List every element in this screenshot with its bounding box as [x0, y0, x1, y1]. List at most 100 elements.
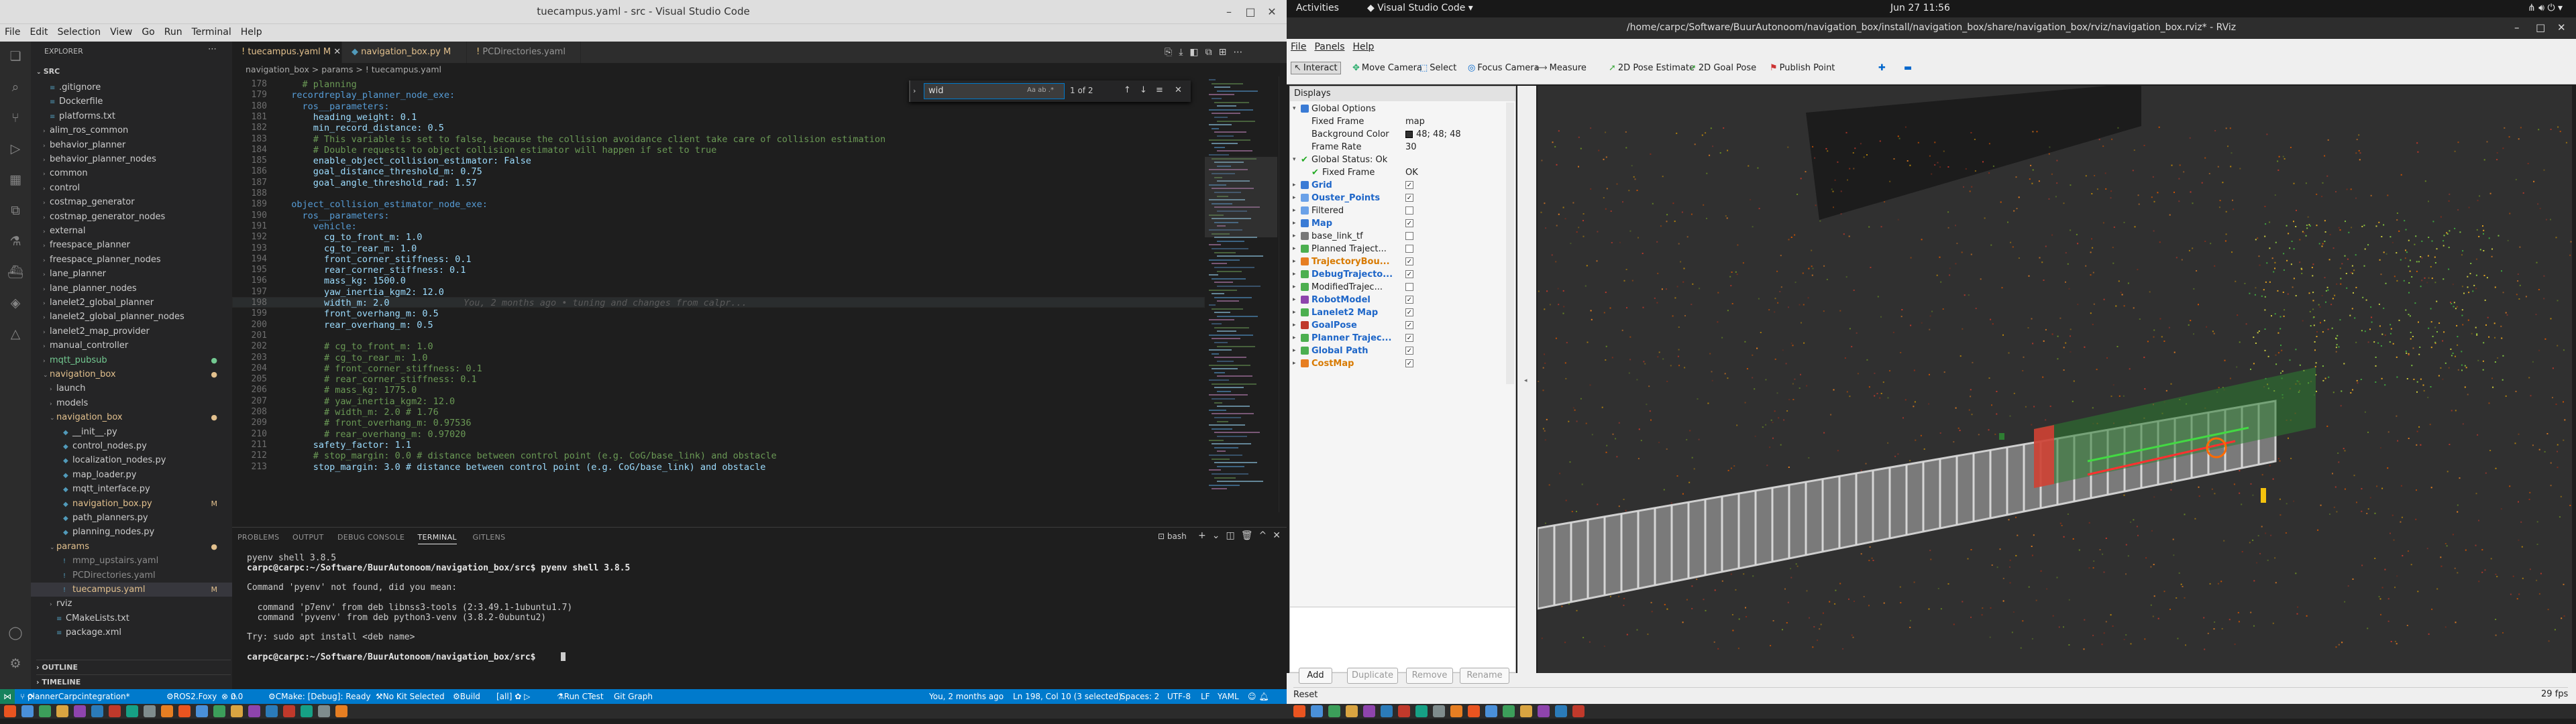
file-item[interactable]: ≡ platforms.txt [31, 109, 232, 123]
close-icon[interactable]: ✕ [1264, 4, 1280, 20]
menu-help[interactable]: Help [236, 24, 267, 40]
taskbar-app-icon[interactable] [318, 705, 330, 717]
display-value[interactable]: 30 [1405, 141, 1417, 154]
display-row[interactable]: Frame Rate 30 [1290, 141, 1515, 154]
folder-item[interactable]: › behavior_planner_nodes [31, 152, 232, 166]
display-value[interactable]: map [1405, 115, 1425, 128]
rviz-minimize-icon[interactable]: – [2514, 21, 2520, 34]
folder-item[interactable]: › behavior_planner [31, 138, 232, 152]
find-previous-icon[interactable]: ↑ [1124, 85, 1131, 95]
build-button[interactable]: ⚙ Build [453, 689, 480, 704]
display-enable-checkbox[interactable]: ✓ [1405, 194, 1413, 202]
timeline-section[interactable]: › TIMELINE [36, 674, 231, 686]
cmake-kit[interactable]: ⚒ No Kit Selected [376, 689, 445, 704]
folder-item[interactable]: › freespace_planner [31, 238, 232, 252]
display-row[interactable]: ▸ ModifiedTrajec... [1290, 281, 1515, 294]
folder-item[interactable]: › common [31, 166, 232, 180]
find-next-icon[interactable]: ↓ [1140, 85, 1147, 95]
folder-item[interactable]: › freespace_planner_nodes [31, 253, 232, 267]
folder-item[interactable]: › lanelet2_global_planner_nodes [31, 310, 232, 324]
editor-scrollbar[interactable] [1279, 76, 1287, 512]
expand-arrow-icon[interactable]: ▾ [1293, 103, 1296, 115]
maximize-icon[interactable]: □ [1242, 4, 1258, 20]
display-enable-checkbox[interactable]: ✓ [1405, 181, 1413, 189]
display-row[interactable]: ▸ TrajectoryBou... ✓ [1290, 255, 1515, 268]
menu-run[interactable]: Run [160, 24, 187, 40]
taskbar-app-icon[interactable] [74, 705, 86, 717]
display-row[interactable]: ▾ ✔ Global Status: Ok [1290, 154, 1515, 166]
display-row[interactable]: ▸ RobotModel ✓ [1290, 294, 1515, 306]
folder-item[interactable]: › costmap_generator_nodes [31, 210, 232, 224]
expand-arrow-icon[interactable]: ▸ [1293, 268, 1296, 281]
activities-button[interactable]: Activities [1296, 3, 1339, 13]
menu-go[interactable]: Go [137, 24, 159, 40]
terminal-shell-select[interactable]: ⊡ bash [1158, 532, 1187, 541]
expand-arrow-icon[interactable]: ▸ [1293, 306, 1296, 319]
encoding[interactable]: UTF-8 [1167, 689, 1191, 704]
rviz-menu-file[interactable]: File [1287, 39, 1310, 55]
run-ctest-button[interactable]: ⚗ Run CTest [557, 689, 604, 704]
taskbar-app-icon[interactable] [1450, 705, 1462, 717]
add-tool-icon[interactable]: ✚ [1878, 63, 1886, 73]
file-item[interactable]: ◆ navigation_box.py M [31, 497, 232, 511]
tool-select[interactable]: ⬚ Select [1419, 63, 1456, 73]
taskbar-app-icon[interactable] [248, 705, 260, 717]
taskbar-app-icon[interactable] [1398, 705, 1410, 717]
problems-indicator[interactable]: ⊗ 0 ⚠ 0 [221, 689, 243, 704]
clock[interactable]: Jun 27 11:56 [1890, 3, 1950, 13]
display-row[interactable]: ▸ Grid ✓ [1290, 179, 1515, 192]
gitlens-icon[interactable]: ◈ [7, 295, 23, 311]
display-row[interactable]: Background Color 48; 48; 48 [1290, 128, 1515, 141]
taskbar-app-icon[interactable] [126, 705, 138, 717]
display-enable-checkbox[interactable]: ✓ [1405, 359, 1413, 367]
find-in-selection-icon[interactable]: ≡ [1156, 85, 1163, 95]
folder-item[interactable]: ⌄ navigation_box ● [31, 410, 232, 424]
add-display-button[interactable]: Add [1299, 668, 1332, 684]
taskbar-app-icon[interactable] [1503, 705, 1515, 717]
taskbar-app-icon[interactable] [231, 705, 243, 717]
remove-tool-icon[interactable]: ▬ [1904, 63, 1912, 73]
tool-interact[interactable]: ↖ Interact [1291, 62, 1341, 74]
remote-indicator-icon[interactable]: ⋈ [0, 689, 15, 704]
cursor-position[interactable]: Ln 198, Col 10 (3 selected) [1013, 689, 1122, 704]
display-enable-checkbox[interactable]: ✓ [1405, 347, 1413, 355]
explorer-root[interactable]: ⌄ SRC [36, 67, 60, 76]
find-close-icon[interactable]: ✕ [1175, 85, 1182, 95]
expand-arrow-icon[interactable]: ▸ [1293, 281, 1296, 294]
taskbar-app-icon[interactable] [1363, 705, 1375, 717]
display-row[interactable]: ✔ Fixed Frame OK [1290, 166, 1515, 179]
expand-arrow-icon[interactable]: ▾ [1293, 154, 1296, 166]
file-item[interactable]: ◆ mqtt_interface.py [31, 482, 232, 496]
reset-button[interactable]: Reset [1293, 687, 2568, 700]
taskbar-app-icon[interactable] [266, 705, 278, 717]
taskbar-app-icon[interactable] [1538, 705, 1550, 717]
taskbar-app-icon[interactable] [335, 705, 347, 717]
file-item[interactable]: ≡ .gitignore [31, 80, 232, 95]
expand-arrow-icon[interactable]: ▸ [1293, 255, 1296, 268]
folder-item[interactable]: › alim_ros_common [31, 123, 232, 137]
taskbar-app-icon[interactable] [1415, 705, 1428, 717]
minimize-icon[interactable]: – [1221, 4, 1237, 20]
taskbar-app-icon[interactable] [1520, 705, 1532, 717]
expand-arrow-icon[interactable]: ▸ [1293, 294, 1296, 306]
taskbar-app-icon[interactable] [178, 705, 191, 717]
panel-tab-debug-console[interactable]: DEBUG CONSOLE [337, 533, 405, 542]
taskbar-app-icon[interactable] [1485, 705, 1497, 717]
panel-tab-output[interactable]: OUTPUT [292, 533, 324, 542]
taskbar-app-icon[interactable] [301, 705, 313, 717]
ros-distro[interactable]: ⚙ ROS2.Foxy [166, 689, 217, 704]
docker-icon[interactable]: ⛴ [7, 264, 23, 280]
taskbar-app-icon[interactable] [161, 705, 173, 717]
remove-display-button[interactable]: Remove [1406, 668, 1453, 684]
explorer-icon[interactable]: ❏ [7, 48, 23, 64]
account-icon[interactable]: ◯ [7, 625, 23, 641]
file-item[interactable]: ≡ CMakeLists.txt [31, 611, 232, 625]
taskbar-app-icon[interactable] [91, 705, 103, 717]
file-item[interactable]: ◆ __init__.py [31, 425, 232, 439]
folder-item[interactable]: › lanelet2_global_planner [31, 296, 232, 310]
cmake-icon[interactable]: △ [7, 326, 23, 342]
expand-arrow-icon[interactable]: ▸ [1293, 192, 1296, 204]
tool-measure[interactable]: ⟷ Measure [1535, 63, 1587, 73]
display-enable-checkbox[interactable] [1405, 245, 1413, 253]
menu-file[interactable]: File [0, 24, 25, 40]
